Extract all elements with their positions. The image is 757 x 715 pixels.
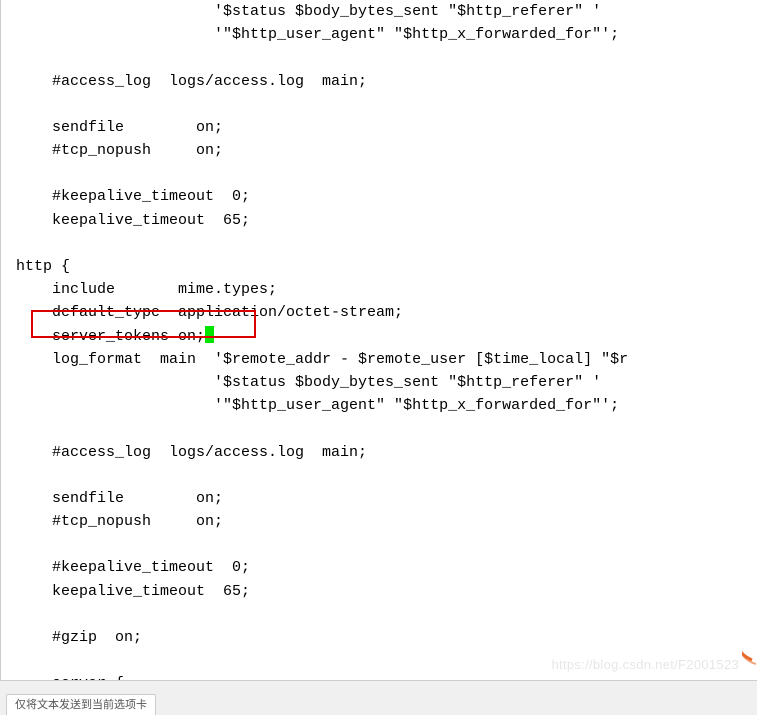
code-line[interactable] [16,649,757,672]
code-line[interactable]: '"$http_user_agent" "$http_x_forwarded_f… [16,394,757,417]
code-line[interactable]: keepalive_timeout 65; [16,580,757,603]
code-line[interactable]: log_format main '$remote_addr - $remote_… [16,348,757,371]
code-line[interactable]: server { [16,672,757,680]
code-line[interactable]: #access_log logs/access.log main; [16,441,757,464]
code-line[interactable]: sendfile on; [16,116,757,139]
editor-container[interactable]: '$status $body_bytes_sent "$http_referer… [0,0,757,680]
code-line[interactable]: http { [16,255,757,278]
send-mode-tab[interactable]: 仅将文本发送到当前选项卡 [6,694,156,715]
code-line[interactable]: '$status $body_bytes_sent "$http_referer… [16,371,757,394]
code-line[interactable]: server_tokens on; [16,325,757,348]
code-line[interactable] [16,533,757,556]
code-area[interactable]: '$status $body_bytes_sent "$http_referer… [1,0,757,680]
code-line[interactable]: '"$http_user_agent" "$http_x_forwarded_f… [16,23,757,46]
code-line[interactable]: default_type application/octet-stream; [16,301,757,324]
code-line[interactable]: include mime.types; [16,278,757,301]
code-line[interactable]: #keepalive_timeout 0; [16,556,757,579]
code-line[interactable] [16,603,757,626]
code-line[interactable]: #tcp_nopush on; [16,139,757,162]
status-bar: 仅将文本发送到当前选项卡 [0,680,757,715]
code-line[interactable]: #gzip on; [16,626,757,649]
text-cursor [205,326,214,343]
code-line[interactable] [16,464,757,487]
code-line[interactable]: sendfile on; [16,487,757,510]
code-line[interactable]: keepalive_timeout 65; [16,209,757,232]
code-line[interactable] [16,162,757,185]
code-line[interactable]: #keepalive_timeout 0; [16,185,757,208]
code-line[interactable]: #tcp_nopush on; [16,510,757,533]
code-line[interactable]: #access_log logs/access.log main; [16,70,757,93]
code-line[interactable] [16,93,757,116]
code-line[interactable] [16,47,757,70]
code-line[interactable] [16,232,757,255]
code-line[interactable] [16,418,757,441]
code-line[interactable]: '$status $body_bytes_sent "$http_referer… [16,0,757,23]
